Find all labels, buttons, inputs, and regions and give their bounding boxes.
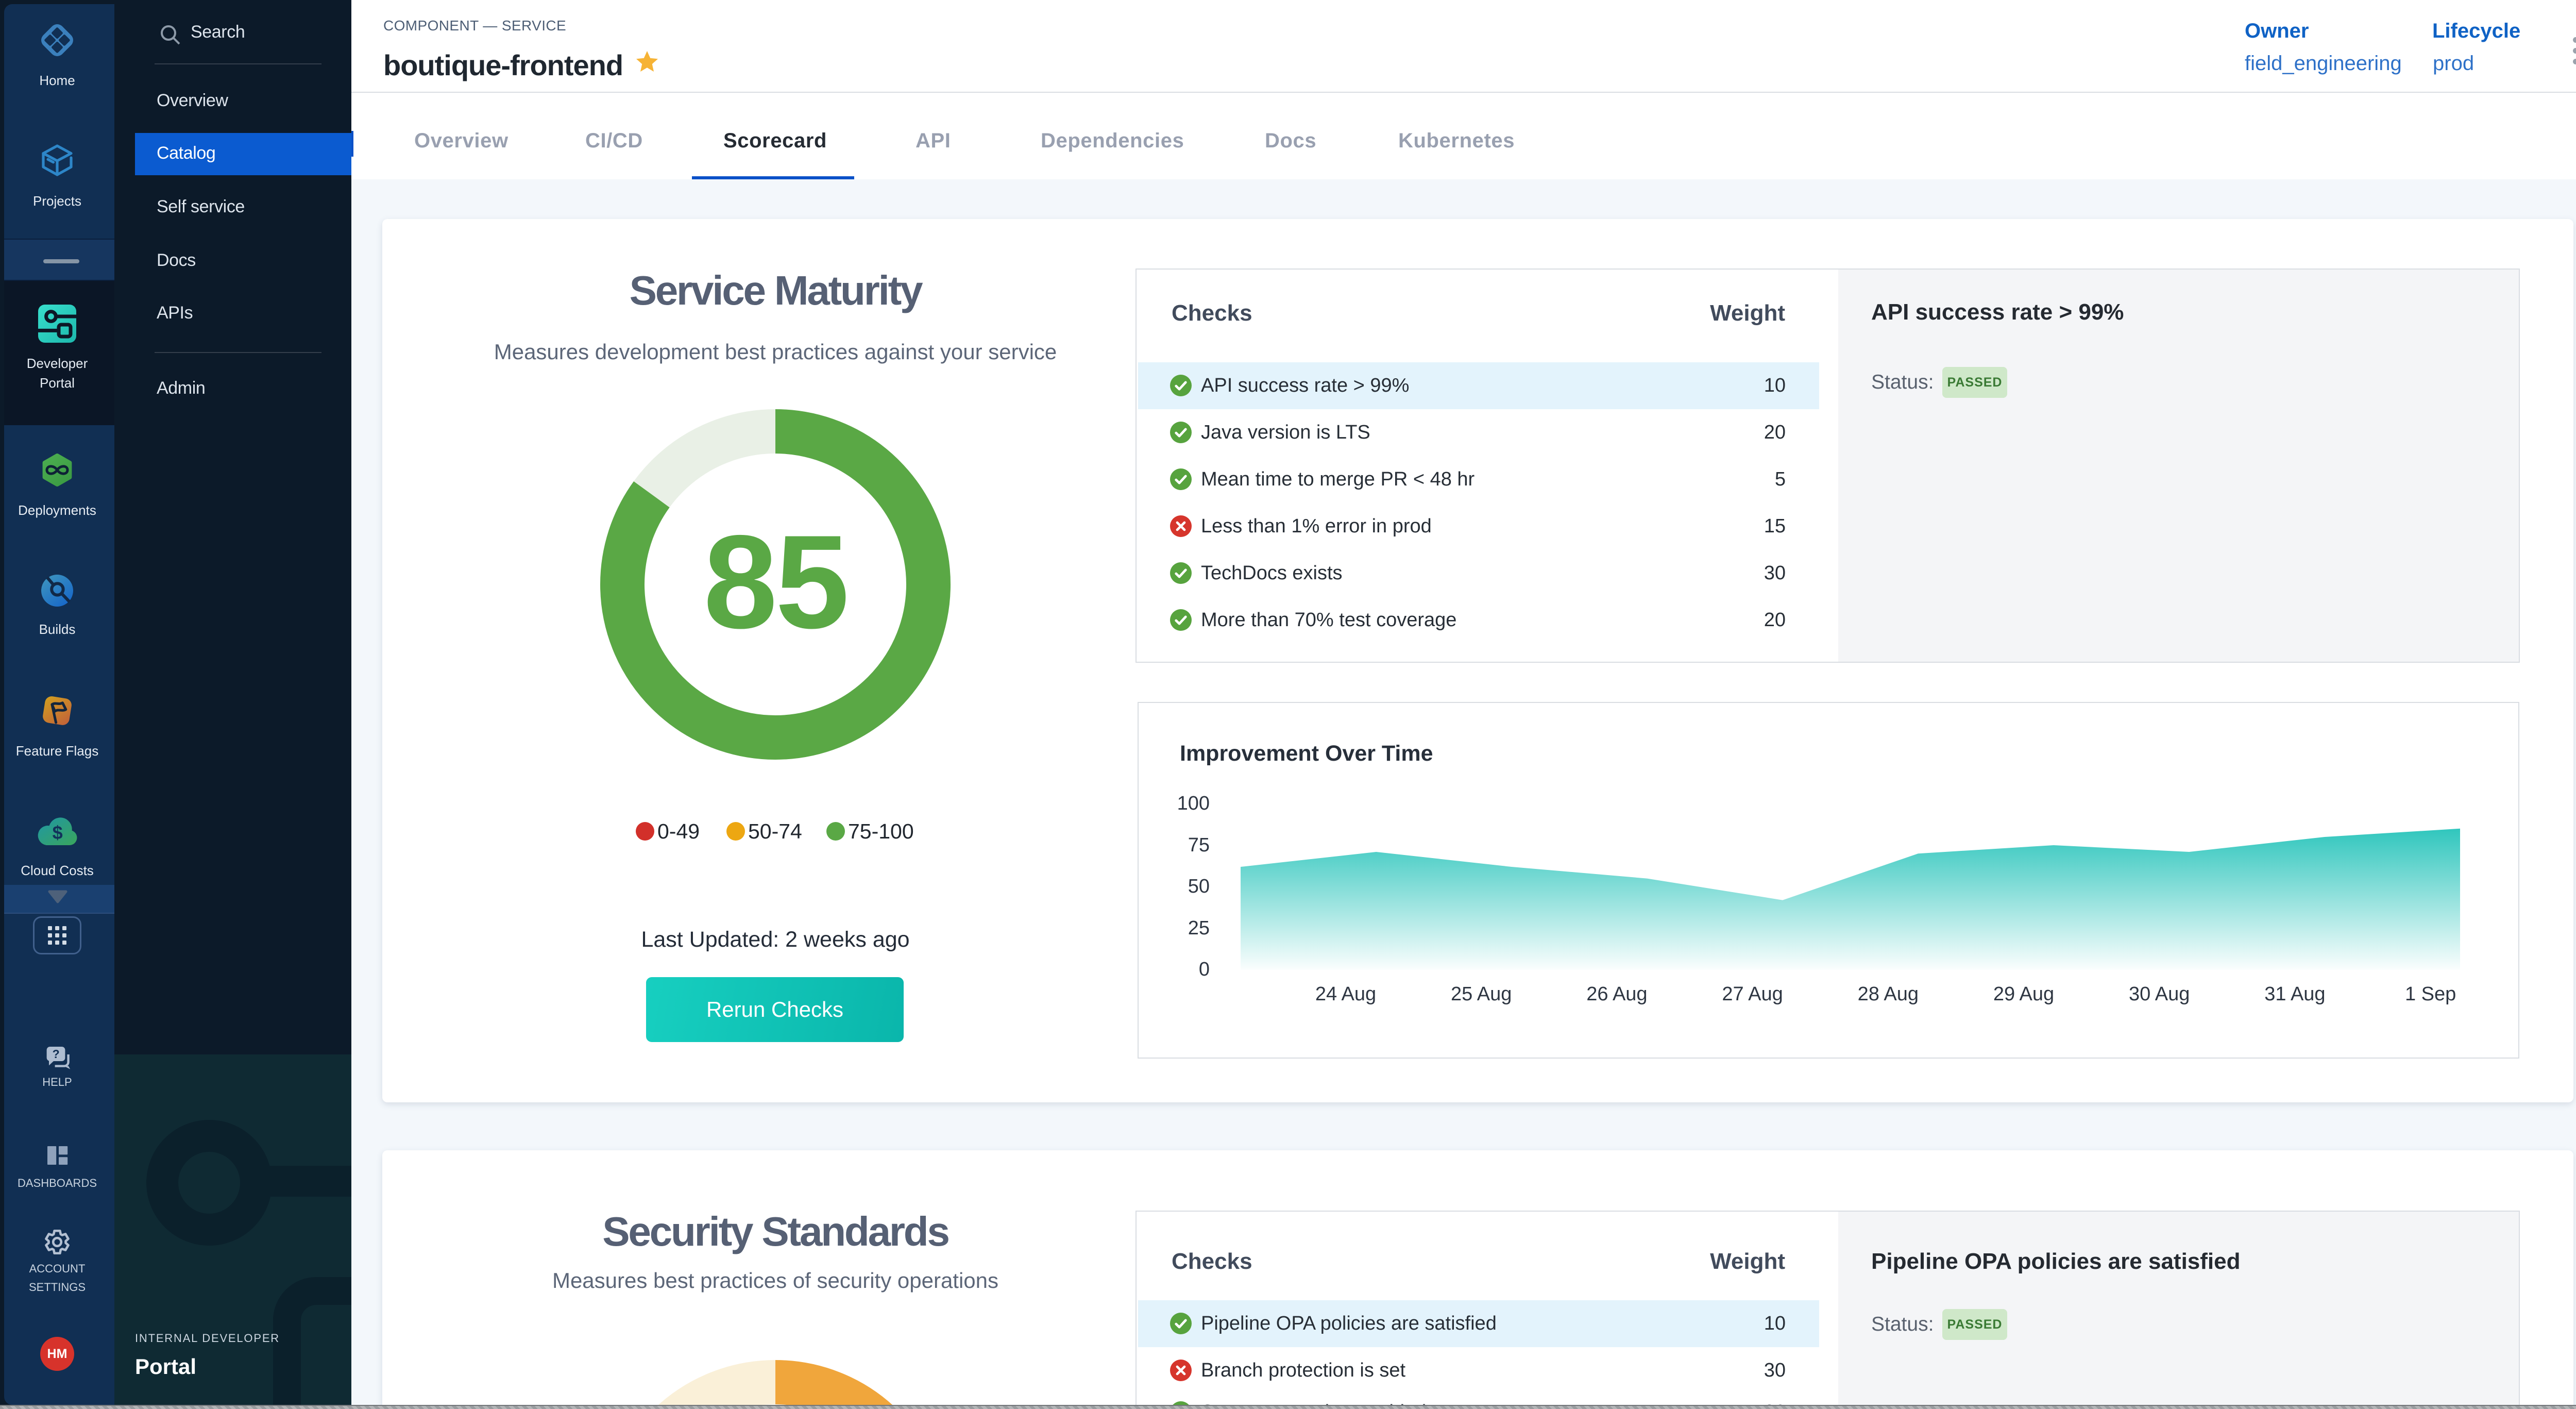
svg-text:$: $ <box>53 822 63 843</box>
svg-text:85: 85 <box>704 507 848 656</box>
svg-text:75-100: 75-100 <box>848 819 914 843</box>
svg-text:50-74: 50-74 <box>748 819 802 843</box>
svg-text:?: ? <box>53 1047 60 1061</box>
svg-text:0-49: 0-49 <box>657 819 700 843</box>
